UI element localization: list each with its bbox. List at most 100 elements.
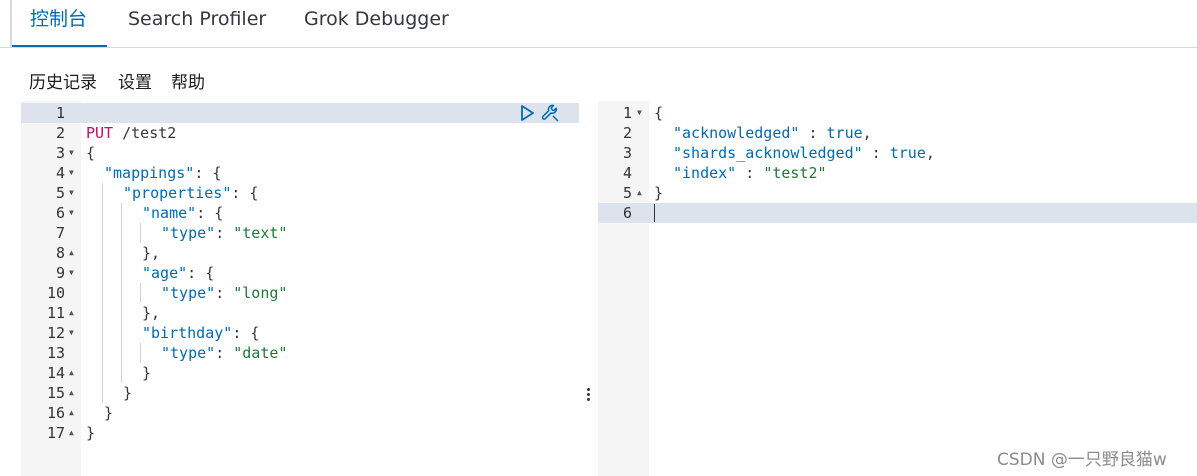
code-line: }	[654, 184, 664, 202]
fold-open-icon[interactable]: ▼	[637, 103, 642, 123]
json-key: "birthday"	[142, 324, 233, 342]
fold-close-icon[interactable]: ▲	[637, 183, 642, 203]
fold-open-icon[interactable]: ▼	[69, 163, 74, 183]
json-string: "long"	[233, 284, 288, 302]
json-key: "type"	[161, 224, 216, 242]
handle-dot	[586, 393, 590, 396]
indent-guide	[140, 223, 141, 243]
indent-guide	[140, 283, 141, 303]
json-string: "text"	[233, 224, 288, 242]
code-line: }	[123, 384, 133, 402]
fold-close-icon[interactable]: ▲	[69, 243, 74, 263]
json-key: "type"	[161, 344, 216, 362]
code-line: "acknowledged" : true,	[673, 123, 872, 143]
fold-open-icon[interactable]: ▼	[69, 263, 74, 283]
json-punc: ,	[925, 144, 935, 162]
fold-open-icon[interactable]: ▼	[69, 143, 74, 163]
json-punc: : {	[232, 324, 260, 342]
fold-close-icon[interactable]: ▲	[69, 363, 74, 383]
line-number: 9	[55, 264, 65, 282]
line-number: 15	[46, 384, 65, 402]
line-number: 1	[622, 104, 632, 122]
fold-close-icon[interactable]: ▲	[69, 423, 74, 443]
json-punc: :	[215, 344, 234, 362]
line-number: 3	[622, 144, 632, 162]
response-editor[interactable]: 1 2 3 4 5 6 ▼ ▲ { "acknowledged" : true,…	[598, 101, 1197, 476]
code-line: "mappings": {	[104, 163, 221, 183]
json-punc: ,	[862, 124, 872, 142]
json-key: "age"	[142, 264, 188, 282]
line-number: 4	[55, 164, 65, 182]
code-line: "shards_acknowledged" : true,	[673, 143, 935, 163]
play-icon[interactable]	[518, 104, 536, 122]
code-line: "age": {	[142, 263, 214, 283]
text-cursor	[654, 204, 655, 222]
handle-dot	[586, 388, 590, 391]
line-number: 14	[46, 364, 65, 382]
indent-guide	[121, 203, 122, 383]
json-punc: :	[736, 164, 764, 182]
active-line-highlight	[21, 103, 579, 123]
tab-bar-divider	[10, 0, 12, 47]
fold-close-icon[interactable]: ▲	[69, 383, 74, 403]
json-boolean: true	[826, 124, 863, 142]
http-method: PUT	[86, 124, 114, 142]
json-string: "test2"	[763, 164, 827, 182]
json-punc: :	[215, 224, 234, 242]
json-boolean: true	[889, 144, 926, 162]
indent-guide	[102, 183, 103, 403]
json-string: "date"	[233, 344, 288, 362]
code-line: "index" : "test2"	[673, 163, 827, 183]
line-number: 6	[55, 204, 65, 222]
active-line-highlight	[598, 203, 1197, 223]
json-punc: :	[215, 284, 234, 302]
indent-guide	[140, 343, 141, 363]
json-key: "mappings"	[104, 164, 195, 182]
fold-close-icon[interactable]: ▲	[69, 303, 74, 323]
json-key: "properties"	[123, 184, 232, 202]
line-number: 2	[55, 124, 65, 142]
code-line: }	[86, 424, 96, 442]
line-number: 1	[55, 104, 65, 122]
line-number: 5	[55, 184, 65, 202]
tab-bar: 控制台 Search Profiler Grok Debugger	[0, 0, 1197, 48]
line-number: 6	[622, 204, 632, 222]
watermark: CSDN @一只野良猫w	[997, 450, 1167, 470]
request-line: PUT /test2	[86, 123, 176, 143]
code-line: {	[86, 144, 96, 162]
json-key: "name"	[142, 204, 197, 222]
request-editor[interactable]: 1 2 3 4 5 6 7 8 9 10 11 12 13 14 15 16 1…	[21, 101, 579, 476]
line-number: 17	[46, 424, 65, 442]
json-punc: : {	[231, 184, 259, 202]
tab-console[interactable]: 控制台	[11, 0, 108, 47]
fold-close-icon[interactable]: ▲	[69, 403, 74, 423]
json-punc: : {	[187, 264, 215, 282]
tab-grok-debugger[interactable]: Grok Debugger	[304, 0, 449, 47]
line-number: 7	[55, 224, 65, 242]
request-url: /test2	[122, 124, 177, 142]
code-line: "birthday": {	[142, 323, 259, 343]
settings-menu-item[interactable]: 设置	[118, 68, 152, 93]
line-number: 4	[622, 164, 632, 182]
json-key: "index"	[673, 164, 737, 182]
line-number: 5	[622, 184, 632, 202]
history-menu-item[interactable]: 历史记录	[29, 68, 97, 93]
wrench-icon[interactable]	[540, 103, 560, 123]
code-line: "type": "date"	[161, 343, 287, 363]
fold-open-icon[interactable]: ▼	[69, 183, 74, 203]
json-punc: : {	[194, 164, 222, 182]
code-line: }	[104, 404, 114, 422]
line-number: 8	[55, 244, 65, 262]
fold-open-icon[interactable]: ▼	[69, 203, 74, 223]
tab-search-profiler[interactable]: Search Profiler	[128, 0, 266, 47]
json-key: "shards_acknowledged"	[673, 144, 863, 162]
line-number: 16	[46, 404, 65, 422]
json-punc: :	[799, 124, 827, 142]
code-line: },	[142, 244, 161, 262]
panel-resize-handle[interactable]	[583, 386, 593, 410]
help-menu-item[interactable]: 帮助	[171, 68, 205, 93]
line-number: 13	[46, 344, 65, 362]
line-number: 2	[622, 124, 632, 142]
fold-open-icon[interactable]: ▼	[69, 323, 74, 343]
json-punc: : {	[196, 204, 224, 222]
